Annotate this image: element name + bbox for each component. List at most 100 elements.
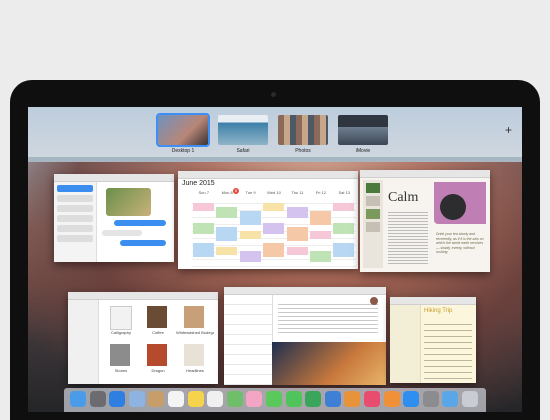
message-bubble [102, 230, 142, 236]
avatar [370, 297, 378, 305]
space-desktop-1[interactable]: Desktop 1 [156, 113, 210, 154]
day-header: Sat 13 [338, 190, 351, 195]
ibooks-icon[interactable] [383, 391, 400, 407]
conversation-item[interactable] [57, 205, 93, 212]
calendar-month-title: June 2015 [182, 180, 215, 187]
message-list[interactable] [224, 295, 273, 385]
file-label: Headlines [186, 368, 204, 373]
file-icon[interactable] [184, 344, 204, 366]
calendar-event[interactable] [286, 207, 308, 218]
trash-icon[interactable] [462, 391, 478, 407]
launchpad-icon[interactable] [89, 391, 106, 407]
page-thumbnail[interactable] [366, 183, 380, 193]
contacts-icon[interactable] [148, 391, 165, 407]
page-thumbnail[interactable] [366, 222, 380, 232]
calendar-window[interactable]: June 2015 Sun 7 Mon 8 Tue 9 Wed 10 Thu 11 Fri… [178, 171, 358, 269]
calendar-event[interactable] [216, 207, 238, 218]
file-icon[interactable] [110, 306, 132, 330]
file-icon[interactable] [147, 344, 167, 366]
conversation-item[interactable] [57, 235, 93, 242]
calendar-event[interactable] [193, 223, 214, 234]
page-thumbnail[interactable] [366, 196, 380, 206]
finder-items: Calligraphy Coffee Whitewashed Bodegas S… [104, 306, 214, 382]
ibooks-window[interactable]: Calm Drink your tea slowly and reverentl… [360, 170, 490, 272]
calendar-event[interactable] [286, 247, 308, 255]
note-checklist[interactable] [424, 319, 472, 379]
conversation-item[interactable] [57, 225, 93, 232]
book-text [388, 210, 428, 265]
pages-icon[interactable] [344, 391, 361, 407]
calendar-event[interactable] [263, 223, 285, 234]
reminders-icon[interactable] [207, 391, 224, 407]
notes-window[interactable]: Hiking Trip [390, 297, 476, 383]
add-space-button[interactable]: + [505, 123, 512, 137]
page-thumbnail[interactable] [366, 209, 380, 219]
calendar-event[interactable] [216, 247, 238, 255]
message-photo [272, 342, 386, 385]
space-thumbnail [156, 113, 210, 147]
calendar-event[interactable] [239, 231, 261, 239]
screen: Desktop 1 Safari Photos iMovie + June 20… [28, 107, 522, 412]
finder-sidebar[interactable] [68, 300, 99, 384]
calendar-grid[interactable] [192, 197, 356, 267]
space-imovie[interactable]: iMovie [338, 115, 388, 154]
space-safari[interactable]: Safari [218, 115, 268, 154]
system-preferences-icon[interactable] [422, 391, 439, 407]
day-header: Sun 7 [198, 190, 209, 195]
space-thumbnail [278, 115, 328, 145]
downloads-icon[interactable] [442, 391, 459, 407]
calendar-event[interactable] [239, 251, 261, 262]
calendar-icon[interactable] [168, 391, 184, 407]
keynote-icon[interactable] [324, 391, 341, 407]
conversation-item[interactable] [57, 215, 93, 222]
calendar-event[interactable] [310, 251, 331, 262]
photos-icon[interactable] [246, 391, 263, 407]
mail-window[interactable] [224, 287, 386, 385]
mail-icon[interactable] [128, 391, 145, 407]
file-label: Coffee [152, 330, 164, 335]
safari-icon[interactable] [109, 391, 126, 407]
calendar-event[interactable] [239, 211, 261, 225]
titlebar [178, 171, 358, 179]
message-body [278, 301, 378, 335]
book-sidebar [363, 180, 383, 268]
calendar-event[interactable] [333, 223, 355, 234]
finder-icon[interactable] [70, 391, 86, 407]
titlebar [360, 170, 490, 178]
book-chapter-title: Calm [388, 190, 419, 205]
app-store-icon[interactable] [403, 391, 420, 407]
conversation-item[interactable] [57, 195, 93, 202]
notes-icon[interactable] [187, 391, 204, 407]
itunes-icon[interactable] [364, 391, 380, 407]
calendar-event[interactable] [263, 243, 285, 257]
teapot-image [440, 194, 466, 220]
calendar-event[interactable] [286, 227, 308, 241]
numbers-icon[interactable] [305, 391, 322, 407]
messages-window[interactable] [54, 174, 174, 262]
file-label: Calligraphy [110, 330, 131, 335]
calendar-event[interactable] [263, 203, 285, 211]
titlebar [54, 174, 174, 182]
facetime-icon[interactable] [285, 391, 302, 407]
file-icon[interactable] [110, 344, 130, 366]
calendar-event[interactable] [193, 243, 214, 257]
conversation-list[interactable] [54, 182, 97, 262]
finder-window[interactable]: Calligraphy Coffee Whitewashed Bodegas S… [68, 292, 218, 384]
note-title: Hiking Trip [424, 308, 453, 314]
space-label: iMovie [355, 148, 371, 154]
calendar-event[interactable] [310, 231, 331, 239]
notes-list[interactable] [390, 305, 421, 383]
calendar-event[interactable] [216, 227, 238, 241]
space-photos[interactable]: Photos [278, 115, 328, 154]
file-icon[interactable] [184, 306, 204, 328]
calendar-event[interactable] [310, 211, 331, 225]
maps-icon[interactable] [226, 391, 243, 407]
calendar-event[interactable] [333, 203, 355, 211]
selected-conversation[interactable] [57, 185, 93, 192]
messages-icon[interactable] [266, 391, 282, 407]
calendar-event[interactable] [333, 243, 355, 257]
calendar-event[interactable] [193, 203, 214, 211]
file-icon[interactable] [147, 306, 167, 328]
dock [64, 388, 486, 412]
calendar-day-headers: Sun 7 Mon 8 Tue 9 Wed 10 Thu 11 Fri 12 Sat 13 [192, 190, 356, 195]
